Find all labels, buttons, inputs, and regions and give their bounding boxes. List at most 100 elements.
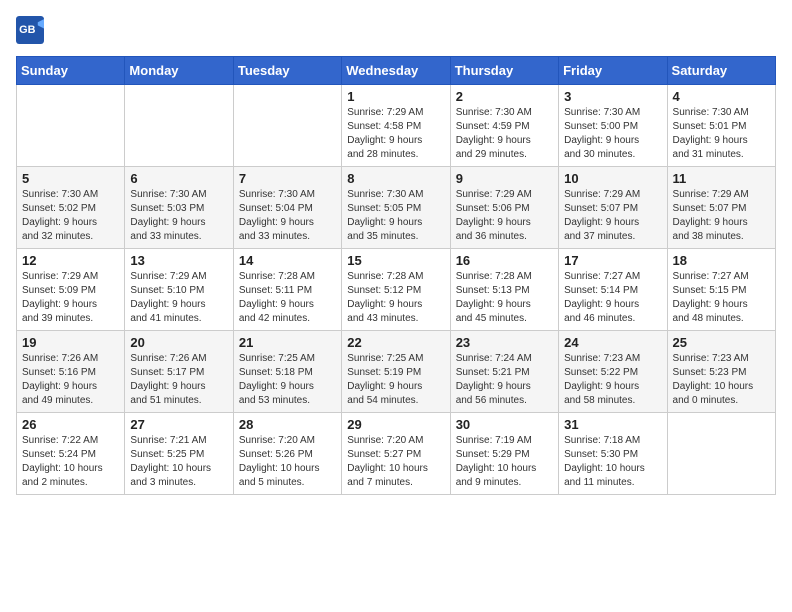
calendar-week-row: 26 Sunrise: 7:22 AMSunset: 5:24 PMDayligh… bbox=[17, 413, 776, 495]
calendar-day-cell: 9 Sunrise: 7:29 AMSunset: 5:06 PMDaylight… bbox=[450, 167, 558, 249]
day-number: 13 bbox=[130, 253, 227, 268]
day-info: Sunrise: 7:29 AMSunset: 5:06 PMDaylight:… bbox=[456, 188, 553, 244]
calendar-day-cell: 30Sunrise: 7:19 AMSunset: 5:29 PMDayligh… bbox=[450, 413, 558, 495]
day-info: Sunrise: 7:23 AMSunset: 5:23 PMDaylight:… bbox=[673, 352, 770, 408]
day-info: Sunrise: 7:30 AMSunset: 5:01 PMDaylight:… bbox=[673, 106, 770, 162]
day-number: 28 bbox=[239, 417, 336, 432]
calendar-day-cell: 17 Sunrise: 7:27 AMSunset: 5:14 PMDayligh… bbox=[559, 249, 667, 331]
day-info: Sunrise: 7:27 AMSunset: 5:14 PMDaylight:… bbox=[564, 270, 661, 326]
calendar-week-row: 1 Sunrise: 7:29 AMSunset: 4:58 PMDaylight… bbox=[17, 85, 776, 167]
day-info: Sunrise: 7:28 AMSunset: 5:11 PMDaylight:… bbox=[239, 270, 336, 326]
day-number: 19 bbox=[22, 335, 119, 350]
weekday-header: Wednesday bbox=[342, 57, 450, 85]
day-info: Sunrise: 7:27 AMSunset: 5:15 PMDaylight:… bbox=[673, 270, 770, 326]
weekday-header: Sunday bbox=[17, 57, 125, 85]
day-info: Sunrise: 7:30 AMSunset: 5:04 PMDaylight:… bbox=[239, 188, 336, 244]
calendar-day-cell: 6 Sunrise: 7:30 AMSunset: 5:03 PMDaylight… bbox=[125, 167, 233, 249]
calendar-day-cell bbox=[17, 85, 125, 167]
calendar-day-cell: 14 Sunrise: 7:28 AMSunset: 5:11 PMDayligh… bbox=[233, 249, 341, 331]
day-info: Sunrise: 7:20 AMSunset: 5:27 PMDaylight:… bbox=[347, 434, 444, 490]
calendar-day-cell: 24 Sunrise: 7:23 AMSunset: 5:22 PMDayligh… bbox=[559, 331, 667, 413]
calendar-day-cell: 11 Sunrise: 7:29 AMSunset: 5:07 PMDayligh… bbox=[667, 167, 775, 249]
day-info: Sunrise: 7:24 AMSunset: 5:21 PMDaylight:… bbox=[456, 352, 553, 408]
day-info: Sunrise: 7:25 AMSunset: 5:18 PMDaylight:… bbox=[239, 352, 336, 408]
calendar-day-cell: 2 Sunrise: 7:30 AMSunset: 4:59 PMDaylight… bbox=[450, 85, 558, 167]
day-info: Sunrise: 7:28 AMSunset: 5:13 PMDaylight:… bbox=[456, 270, 553, 326]
day-number: 11 bbox=[673, 171, 770, 186]
calendar-week-row: 5 Sunrise: 7:30 AMSunset: 5:02 PMDaylight… bbox=[17, 167, 776, 249]
calendar-day-cell: 3Sunrise: 7:30 AMSunset: 5:00 PMDaylight… bbox=[559, 85, 667, 167]
calendar-day-cell bbox=[667, 413, 775, 495]
day-number: 4 bbox=[673, 89, 770, 104]
page-header: GB bbox=[16, 16, 776, 44]
weekday-header: Saturday bbox=[667, 57, 775, 85]
day-number: 25 bbox=[673, 335, 770, 350]
day-number: 23 bbox=[456, 335, 553, 350]
calendar-day-cell: 23 Sunrise: 7:24 AMSunset: 5:21 PMDayligh… bbox=[450, 331, 558, 413]
day-number: 14 bbox=[239, 253, 336, 268]
day-info: Sunrise: 7:29 AMSunset: 5:07 PMDaylight:… bbox=[673, 188, 770, 244]
day-number: 15 bbox=[347, 253, 444, 268]
logo-icon: GB bbox=[16, 16, 44, 44]
calendar-day-cell bbox=[233, 85, 341, 167]
day-info: Sunrise: 7:30 AMSunset: 5:02 PMDaylight:… bbox=[22, 188, 119, 244]
calendar-day-cell: 1 Sunrise: 7:29 AMSunset: 4:58 PMDaylight… bbox=[342, 85, 450, 167]
calendar-day-cell: 5 Sunrise: 7:30 AMSunset: 5:02 PMDaylight… bbox=[17, 167, 125, 249]
day-number: 5 bbox=[22, 171, 119, 186]
day-number: 6 bbox=[130, 171, 227, 186]
day-info: Sunrise: 7:20 AMSunset: 5:26 PMDaylight:… bbox=[239, 434, 336, 490]
day-number: 26 bbox=[22, 417, 119, 432]
weekday-header: Friday bbox=[559, 57, 667, 85]
calendar-week-row: 19 Sunrise: 7:26 AMSunset: 5:16 PMDayligh… bbox=[17, 331, 776, 413]
calendar-day-cell: 21 Sunrise: 7:25 AMSunset: 5:18 PMDayligh… bbox=[233, 331, 341, 413]
calendar-day-cell: 16Sunrise: 7:28 AMSunset: 5:13 PMDayligh… bbox=[450, 249, 558, 331]
day-info: Sunrise: 7:29 AMSunset: 4:58 PMDaylight:… bbox=[347, 106, 444, 162]
day-info: Sunrise: 7:28 AMSunset: 5:12 PMDaylight:… bbox=[347, 270, 444, 326]
calendar-day-cell: 29 Sunrise: 7:20 AMSunset: 5:27 PMDayligh… bbox=[342, 413, 450, 495]
day-number: 29 bbox=[347, 417, 444, 432]
day-number: 9 bbox=[456, 171, 553, 186]
day-info: Sunrise: 7:26 AMSunset: 5:16 PMDaylight:… bbox=[22, 352, 119, 408]
calendar-day-cell: 22 Sunrise: 7:25 AMSunset: 5:19 PMDayligh… bbox=[342, 331, 450, 413]
day-info: Sunrise: 7:30 AMSunset: 5:00 PMDaylight:… bbox=[564, 106, 661, 162]
calendar-day-cell: 10Sunrise: 7:29 AMSunset: 5:07 PMDayligh… bbox=[559, 167, 667, 249]
day-number: 30 bbox=[456, 417, 553, 432]
day-info: Sunrise: 7:29 AMSunset: 5:07 PMDaylight:… bbox=[564, 188, 661, 244]
calendar-day-cell: 12Sunrise: 7:29 AMSunset: 5:09 PMDayligh… bbox=[17, 249, 125, 331]
calendar-day-cell: 18Sunrise: 7:27 AMSunset: 5:15 PMDayligh… bbox=[667, 249, 775, 331]
day-info: Sunrise: 7:26 AMSunset: 5:17 PMDaylight:… bbox=[130, 352, 227, 408]
calendar-day-cell: 31Sunrise: 7:18 AMSunset: 5:30 PMDayligh… bbox=[559, 413, 667, 495]
day-number: 21 bbox=[239, 335, 336, 350]
calendar-day-cell: 4 Sunrise: 7:30 AMSunset: 5:01 PMDaylight… bbox=[667, 85, 775, 167]
day-info: Sunrise: 7:21 AMSunset: 5:25 PMDaylight:… bbox=[130, 434, 227, 490]
day-number: 20 bbox=[130, 335, 227, 350]
weekday-header: Tuesday bbox=[233, 57, 341, 85]
calendar-day-cell bbox=[125, 85, 233, 167]
calendar-week-row: 12Sunrise: 7:29 AMSunset: 5:09 PMDayligh… bbox=[17, 249, 776, 331]
day-number: 24 bbox=[564, 335, 661, 350]
day-info: Sunrise: 7:23 AMSunset: 5:22 PMDaylight:… bbox=[564, 352, 661, 408]
day-number: 2 bbox=[456, 89, 553, 104]
day-info: Sunrise: 7:30 AMSunset: 4:59 PMDaylight:… bbox=[456, 106, 553, 162]
day-info: Sunrise: 7:25 AMSunset: 5:19 PMDaylight:… bbox=[347, 352, 444, 408]
calendar-day-cell: 7Sunrise: 7:30 AMSunset: 5:04 PMDaylight… bbox=[233, 167, 341, 249]
calendar-day-cell: 15 Sunrise: 7:28 AMSunset: 5:12 PMDayligh… bbox=[342, 249, 450, 331]
day-number: 27 bbox=[130, 417, 227, 432]
calendar-day-cell: 8Sunrise: 7:30 AMSunset: 5:05 PMDaylight… bbox=[342, 167, 450, 249]
day-number: 12 bbox=[22, 253, 119, 268]
day-number: 22 bbox=[347, 335, 444, 350]
day-info: Sunrise: 7:18 AMSunset: 5:30 PMDaylight:… bbox=[564, 434, 661, 490]
day-number: 1 bbox=[347, 89, 444, 104]
day-info: Sunrise: 7:30 AMSunset: 5:05 PMDaylight:… bbox=[347, 188, 444, 244]
logo: GB bbox=[16, 16, 48, 44]
day-number: 17 bbox=[564, 253, 661, 268]
day-info: Sunrise: 7:30 AMSunset: 5:03 PMDaylight:… bbox=[130, 188, 227, 244]
svg-text:GB: GB bbox=[19, 24, 35, 36]
calendar-header-row: SundayMondayTuesdayWednesdayThursdayFrid… bbox=[17, 57, 776, 85]
calendar-day-cell: 25 Sunrise: 7:23 AMSunset: 5:23 PMDayligh… bbox=[667, 331, 775, 413]
calendar-day-cell: 27 Sunrise: 7:21 AMSunset: 5:25 PMDayligh… bbox=[125, 413, 233, 495]
calendar-day-cell: 26 Sunrise: 7:22 AMSunset: 5:24 PMDayligh… bbox=[17, 413, 125, 495]
day-info: Sunrise: 7:22 AMSunset: 5:24 PMDaylight:… bbox=[22, 434, 119, 490]
calendar-day-cell: 19 Sunrise: 7:26 AMSunset: 5:16 PMDayligh… bbox=[17, 331, 125, 413]
calendar-day-cell: 28 Sunrise: 7:20 AMSunset: 5:26 PMDayligh… bbox=[233, 413, 341, 495]
